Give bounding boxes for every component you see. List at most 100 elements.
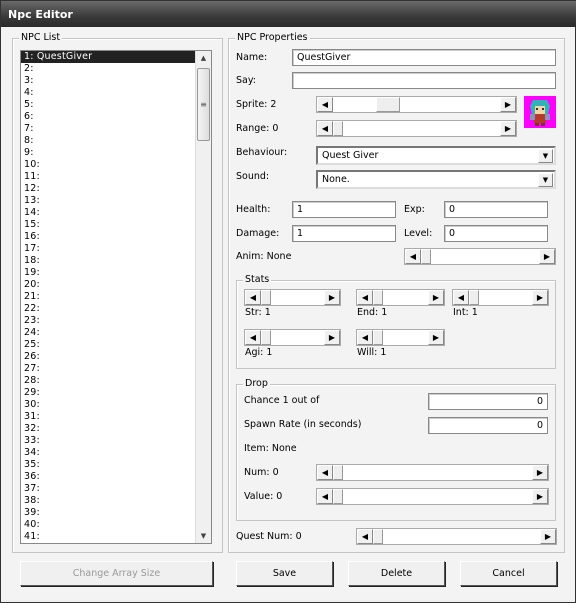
str-scrollbar[interactable]: ◀ ▶ [244,289,341,306]
scroll-thumb[interactable] [469,290,479,305]
agi-scrollbar[interactable]: ◀ ▶ [244,329,341,346]
scroll-thumb[interactable] [333,465,343,480]
scroll-left-arrow-icon[interactable]: ◀ [317,97,333,112]
npc-list-item[interactable]: 14: [21,207,211,219]
npc-list-item[interactable]: 34: [21,447,211,459]
num-scrollbar[interactable]: ◀ ▶ [316,464,549,481]
scroll-thumb[interactable] [421,249,431,264]
behaviour-select[interactable]: Quest Giver ▼ [316,146,556,165]
health-input[interactable]: 1 [292,201,396,218]
npc-list-item[interactable]: 38: [21,495,211,507]
npc-list-item[interactable]: 39: [21,507,211,519]
npc-list-item[interactable]: 11: [21,171,211,183]
npc-list-item[interactable]: 41: [21,531,211,543]
chance-input[interactable]: 0 [428,393,548,410]
npc-list-item[interactable]: 5: [21,99,211,111]
npc-list-item[interactable]: 3: [21,75,211,87]
scroll-left-arrow-icon[interactable]: ◀ [357,330,373,345]
scroll-thumb[interactable] [373,290,383,305]
scroll-left-arrow-icon[interactable]: ◀ [317,465,333,480]
npc-list-item[interactable]: 25: [21,339,211,351]
npc-list-item[interactable]: 6: [21,111,211,123]
scroll-down-arrow-icon[interactable]: ▼ [196,529,211,543]
npc-list-item[interactable]: 12: [21,183,211,195]
npc-list-item[interactable]: 8: [21,135,211,147]
change-array-size-button[interactable]: Change Array Size [20,561,213,586]
npc-list-item[interactable]: 30: [21,399,211,411]
npc-list-item[interactable]: 31: [21,411,211,423]
save-button[interactable]: Save [236,561,333,586]
scroll-right-arrow-icon[interactable]: ▶ [324,330,340,345]
npc-list-item[interactable]: 35: [21,459,211,471]
scroll-right-arrow-icon[interactable]: ▶ [500,121,516,136]
scroll-thumb[interactable]: ≡ [197,68,210,141]
scroll-right-arrow-icon[interactable]: ▶ [500,97,516,112]
npc-listbox[interactable]: 1: QuestGiver 2: 3: 4: 5: 6: 7: 8: 9: 10: 11: 12: 13… [20,50,212,544]
npc-list-item[interactable]: 2: [21,63,211,75]
spawn-rate-input[interactable]: 0 [428,417,548,434]
quest-num-scrollbar[interactable]: ◀ ▶ [356,528,557,545]
anim-scrollbar[interactable]: ◀ ▶ [404,248,556,265]
scroll-thumb[interactable] [333,121,343,136]
scroll-left-arrow-icon[interactable]: ◀ [245,330,261,345]
scroll-right-arrow-icon[interactable]: ▶ [428,290,444,305]
cancel-button[interactable]: Cancel [460,561,557,586]
end-scrollbar[interactable]: ◀ ▶ [356,289,445,306]
npc-list-item[interactable]: 29: [21,387,211,399]
title-bar[interactable]: Npc Editor [1,1,576,27]
npc-list-item[interactable]: 33: [21,435,211,447]
npc-list-item[interactable]: 7: [21,123,211,135]
npc-list-item[interactable]: 13: [21,195,211,207]
level-input[interactable]: 0 [444,225,548,242]
npc-list-item[interactable]: 28: [21,375,211,387]
scroll-right-arrow-icon[interactable]: ▶ [532,465,548,480]
scroll-right-arrow-icon[interactable]: ▶ [532,290,548,305]
npc-list-item[interactable]: 15: [21,219,211,231]
will-scrollbar[interactable]: ◀ ▶ [356,329,445,346]
scroll-right-arrow-icon[interactable]: ▶ [428,330,444,345]
scroll-right-arrow-icon[interactable]: ▶ [532,489,548,504]
npc-list-item[interactable]: 37: [21,483,211,495]
scroll-left-arrow-icon[interactable]: ◀ [357,529,373,544]
delete-button[interactable]: Delete [348,561,445,586]
scroll-thumb[interactable] [261,290,271,305]
sprite-scrollbar[interactable]: ◀ ▶ [316,96,517,113]
scroll-left-arrow-icon[interactable]: ◀ [405,249,421,264]
npc-list-item[interactable]: 19: [21,267,211,279]
npc-list-item[interactable]: 24: [21,327,211,339]
npc-list-item[interactable]: 40: [21,519,211,531]
scroll-thumb[interactable] [261,330,271,345]
list-scrollbar[interactable]: ▲ ≡ ▼ [195,51,211,543]
scroll-right-arrow-icon[interactable]: ▶ [539,249,555,264]
npc-list-item[interactable]: 20: [21,279,211,291]
scroll-left-arrow-icon[interactable]: ◀ [245,290,261,305]
int-scrollbar[interactable]: ◀ ▶ [452,289,549,306]
npc-list-item[interactable]: 18: [21,255,211,267]
npc-list-item[interactable]: 16: [21,231,211,243]
npc-list-item[interactable]: 36: [21,471,211,483]
scroll-right-arrow-icon[interactable]: ▶ [540,529,556,544]
name-input[interactable]: QuestGiver [292,49,556,66]
exp-input[interactable]: 0 [444,201,548,218]
npc-list-item[interactable]: 4: [21,87,211,99]
scroll-thumb[interactable] [373,330,383,345]
scroll-left-arrow-icon[interactable]: ◀ [317,121,333,136]
scroll-thumb[interactable] [333,489,343,504]
chevron-down-icon[interactable]: ▼ [538,173,553,187]
scroll-thumb[interactable] [375,97,400,112]
npc-list-item[interactable]: 17: [21,243,211,255]
scroll-thumb[interactable] [373,529,383,544]
npc-list-item[interactable]: 27: [21,363,211,375]
say-input[interactable] [292,72,556,89]
scroll-left-arrow-icon[interactable]: ◀ [317,489,333,504]
scroll-left-arrow-icon[interactable]: ◀ [453,290,469,305]
damage-input[interactable]: 1 [292,225,396,242]
npc-list-item[interactable]: 22: [21,303,211,315]
value-scrollbar[interactable]: ◀ ▶ [316,488,549,505]
scroll-right-arrow-icon[interactable]: ▶ [324,290,340,305]
npc-list-item[interactable]: 10: [21,159,211,171]
range-scrollbar[interactable]: ◀ ▶ [316,120,517,137]
npc-list-item[interactable]: 21: [21,291,211,303]
npc-list-item[interactable]: 9: [21,147,211,159]
npc-list-item[interactable]: 32: [21,423,211,435]
